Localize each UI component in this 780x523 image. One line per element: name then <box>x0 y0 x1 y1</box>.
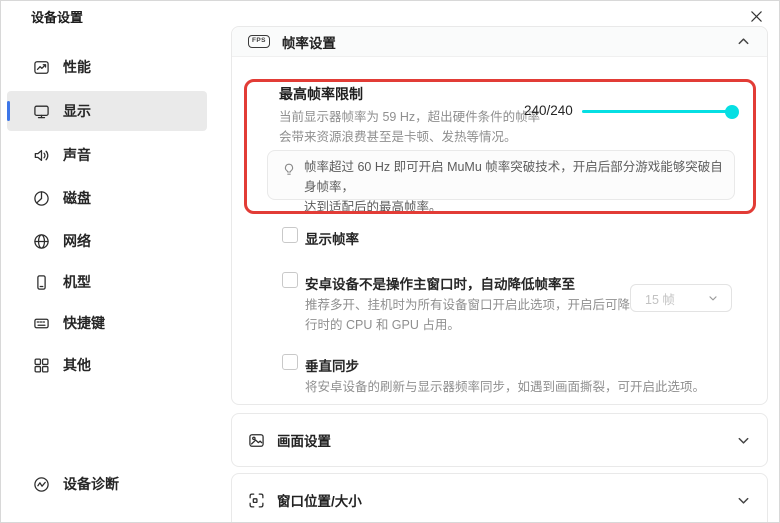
vsync-description: 将安卓设备的刷新与显示器频率同步，如遇到画面撕裂，可开启此选项。 <box>305 377 705 397</box>
sidebar-item-diagnostics[interactable]: 设备诊断 <box>7 464 207 504</box>
fps-icon: FPS <box>248 35 270 48</box>
show-fps-checkbox[interactable] <box>282 227 298 243</box>
sidebar-item-label: 网络 <box>63 231 91 251</box>
chevron-down-icon <box>707 292 719 304</box>
fps-slider-handle[interactable] <box>725 105 739 119</box>
picture-icon <box>248 432 265 449</box>
lightbulb-icon <box>281 162 297 183</box>
picture-settings-header[interactable]: 画面设置 <box>232 414 767 466</box>
selected-indicator <box>7 101 10 121</box>
network-icon <box>33 233 50 250</box>
panel-title: 帧率设置 <box>282 32 336 52</box>
fps-tip-box: 帧率超过 60 Hz 即可开启 MuMu 帧率突破技术，开启后部分游戏能够突破自… <box>267 150 735 200</box>
max-fps-title: 最高帧率限制 <box>279 84 363 104</box>
sidebar-item-device-model[interactable]: 机型 <box>7 262 207 302</box>
window-frame-icon <box>248 492 265 509</box>
auto-reduce-fps-label[interactable]: 安卓设备不是操作主窗口时，自动降低帧率至 <box>305 273 575 293</box>
fps-slider-fill <box>582 110 732 113</box>
sound-icon <box>33 147 50 164</box>
display-icon <box>33 103 50 120</box>
collapse-chevron-icon[interactable] <box>736 34 751 49</box>
window-title: 设备设置 <box>31 7 83 26</box>
sidebar-item-network[interactable]: 网络 <box>7 221 207 261</box>
sidebar-item-label: 快捷键 <box>63 313 105 333</box>
others-icon <box>33 357 50 374</box>
reduce-fps-selected-value: 15 帧 <box>645 289 675 308</box>
fps-tip-text: 帧率超过 60 Hz 即可开启 MuMu 帧率突破技术，开启后部分游戏能够突破自… <box>304 157 734 217</box>
disk-icon <box>33 190 50 207</box>
sidebar-item-audio[interactable]: 声音 <box>7 135 207 175</box>
sidebar-item-label: 磁盘 <box>63 188 91 208</box>
vsync-checkbox[interactable] <box>282 354 298 370</box>
auto-reduce-fps-checkbox[interactable] <box>282 272 298 288</box>
diagnostics-icon <box>33 476 50 493</box>
fps-slider[interactable] <box>582 110 732 113</box>
expand-chevron-icon[interactable] <box>736 433 751 448</box>
close-icon <box>749 9 764 24</box>
panel-title: 窗口位置/大小 <box>277 490 362 510</box>
performance-icon <box>33 59 50 76</box>
panel-title: 画面设置 <box>277 430 331 450</box>
shortcuts-icon <box>33 315 50 332</box>
sidebar-item-label: 设备诊断 <box>63 474 119 494</box>
sidebar-item-label: 机型 <box>63 272 91 292</box>
close-button[interactable] <box>745 5 767 27</box>
sidebar-item-shortcuts[interactable]: 快捷键 <box>7 303 207 343</box>
sidebar-item-label: 声音 <box>63 145 91 165</box>
sidebar-item-label: 其他 <box>63 355 91 375</box>
max-fps-description: 当前显示器帧率为 59 Hz，超出硬件条件的帧率 会带来资源浪费甚至是卡顿、发热… <box>279 107 540 147</box>
sidebar-item-label: 显示 <box>63 101 91 121</box>
fps-value-label: 240/240 <box>524 103 573 118</box>
sidebar-item-disk[interactable]: 磁盘 <box>7 178 207 218</box>
auto-reduce-fps-description: 推荐多开、挂机时为所有设备窗口开启此选项，开启后可降低运 行时的 CPU 和 G… <box>305 295 655 335</box>
frame-rate-settings-panel: FPS 帧率设置 最高帧率限制 当前显示器帧率为 59 Hz，超出硬件条件的帧率… <box>231 26 768 405</box>
vsync-label[interactable]: 垂直同步 <box>305 355 359 375</box>
sidebar-item-performance[interactable]: 性能 <box>7 47 207 87</box>
show-fps-label[interactable]: 显示帧率 <box>305 228 359 248</box>
sidebar-item-others[interactable]: 其他 <box>7 345 207 385</box>
sidebar-item-display[interactable]: 显示 <box>7 91 207 131</box>
reduce-fps-select[interactable]: 15 帧 <box>630 284 732 312</box>
window-position-size-panel: 窗口位置/大小 <box>231 473 768 523</box>
window-position-size-header[interactable]: 窗口位置/大小 <box>232 474 767 523</box>
picture-settings-panel: 画面设置 <box>231 413 768 467</box>
device-settings-window: 设备设置 性能 显示 声音 磁盘 网络 机型 <box>0 0 780 523</box>
sidebar-item-label: 性能 <box>63 57 91 77</box>
frame-rate-settings-header[interactable]: FPS 帧率设置 <box>232 27 767 57</box>
expand-chevron-icon[interactable] <box>736 493 751 508</box>
device-model-icon <box>33 274 50 291</box>
